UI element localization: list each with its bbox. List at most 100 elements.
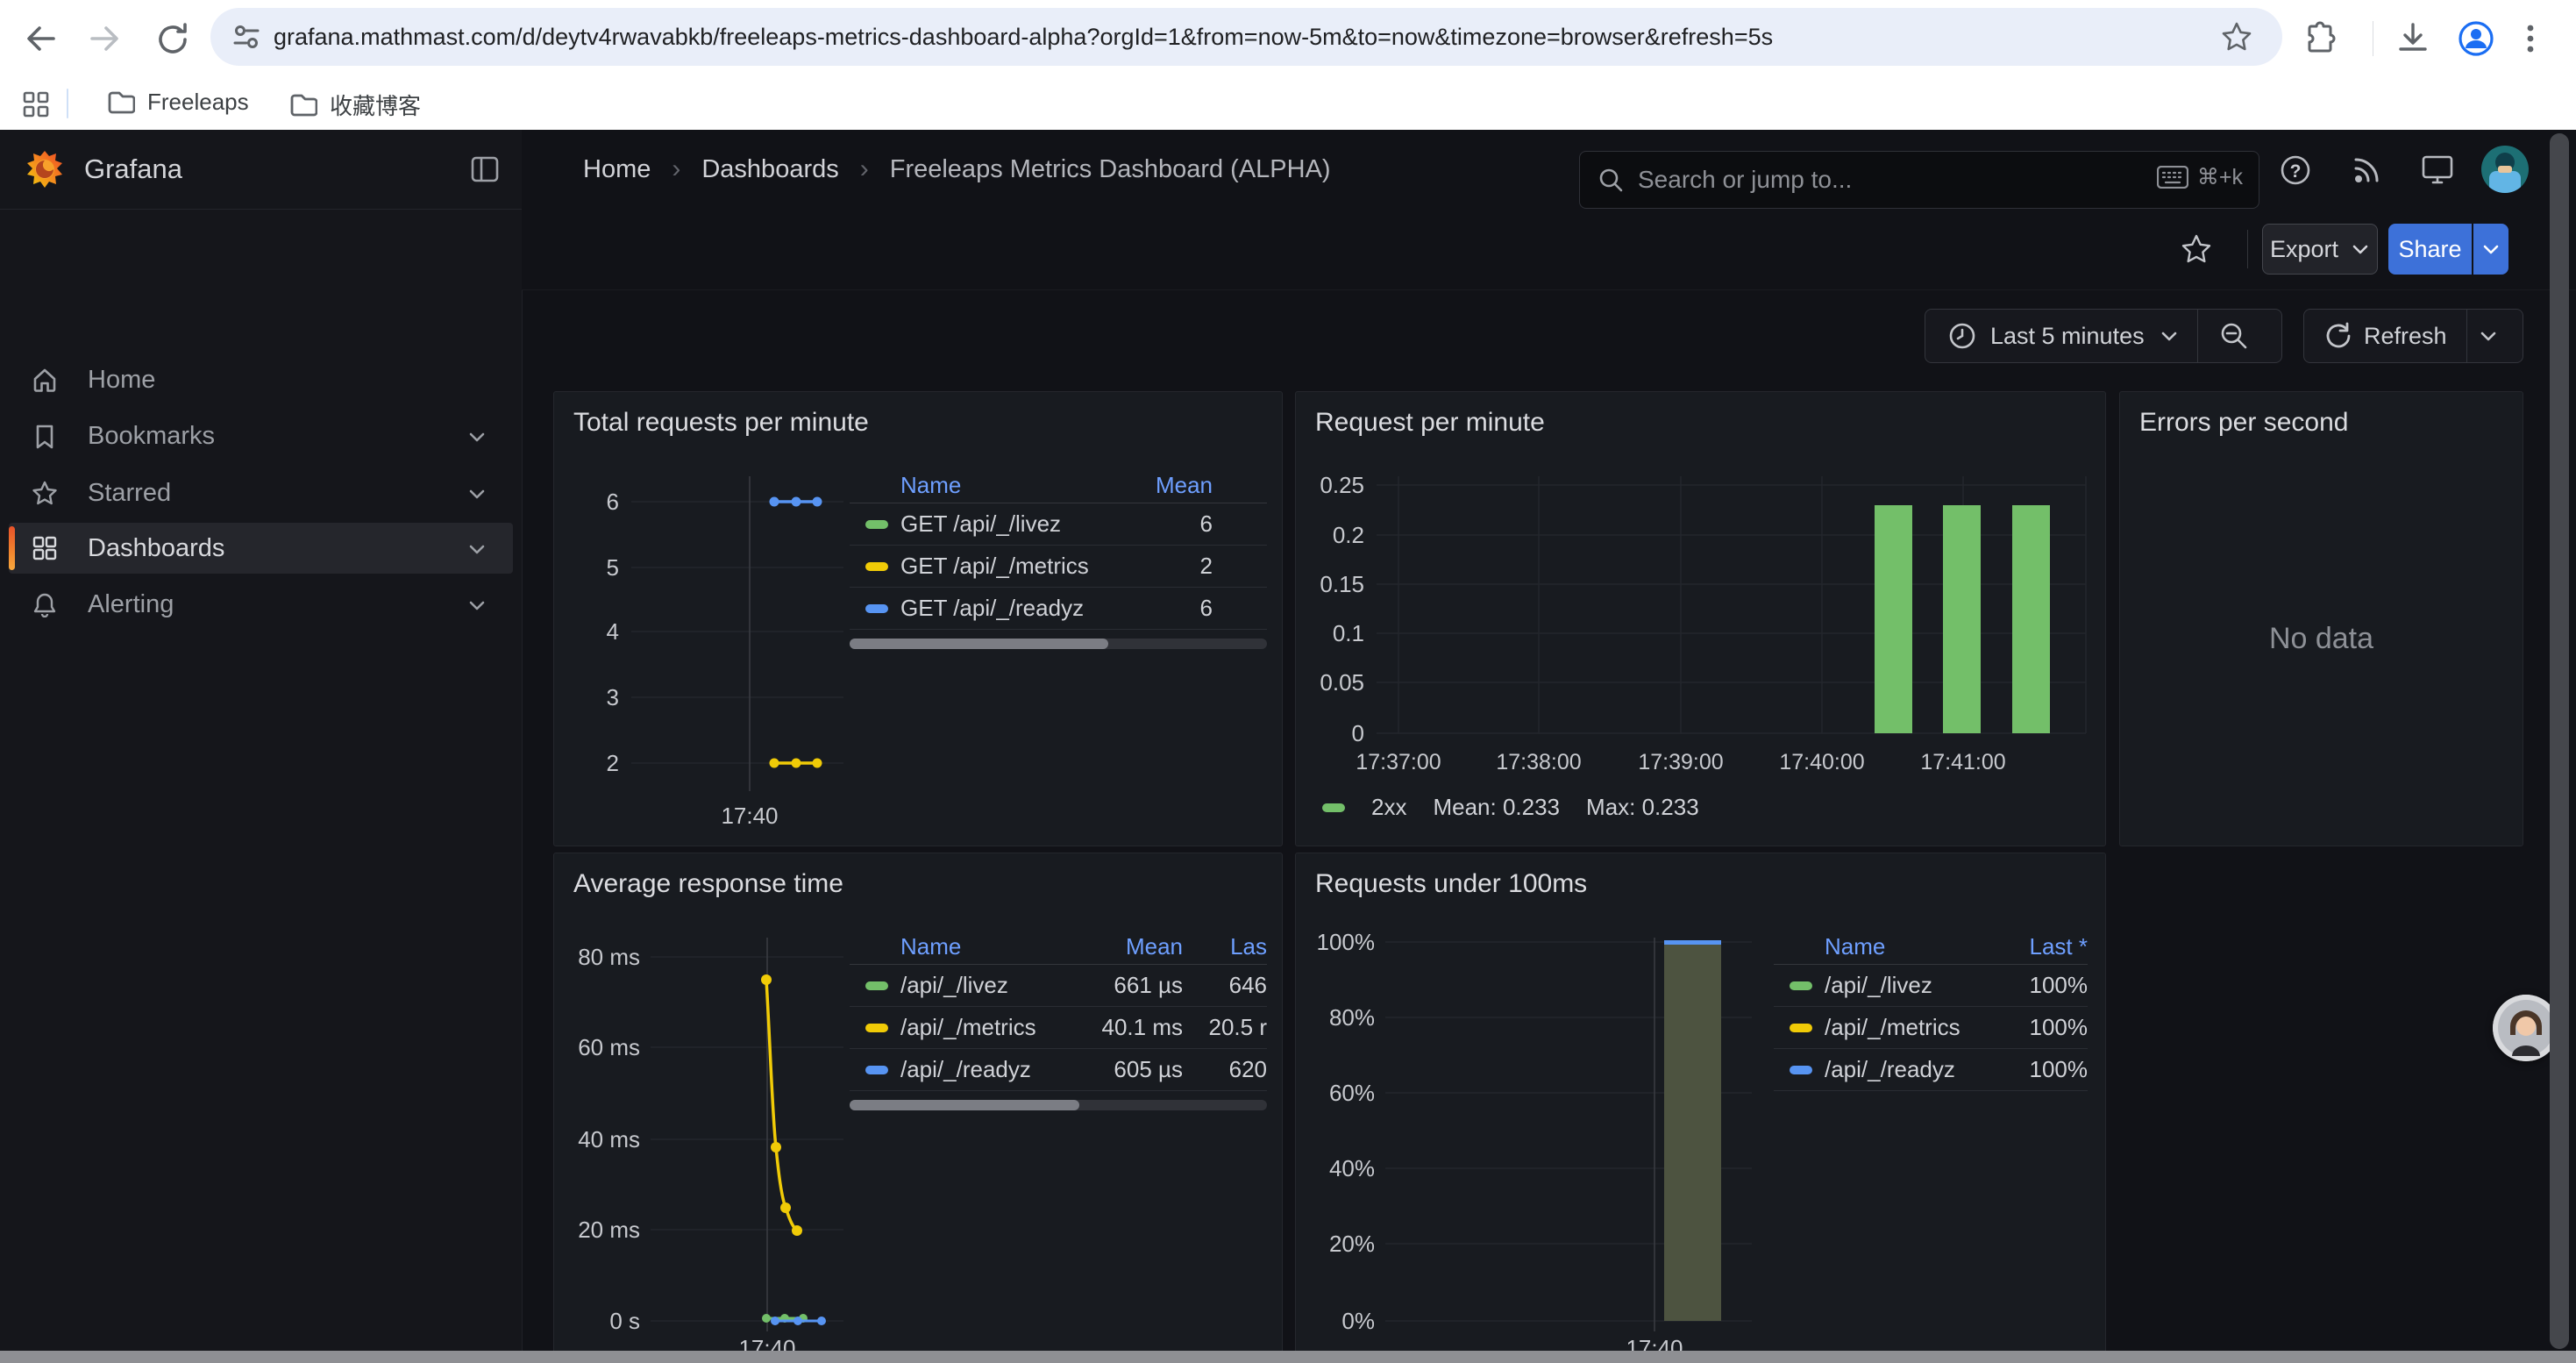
legend-inline[interactable]: 2xx Mean: 0.233 Max: 0.233 <box>1322 794 1699 821</box>
reload-icon[interactable] <box>154 21 191 58</box>
legend-scrollbar[interactable] <box>850 639 1267 649</box>
legend-row[interactable]: GET /api/_/readyz 6 <box>850 588 1267 630</box>
col-mean[interactable]: Mean <box>1069 933 1183 960</box>
bar-2xx[interactable] <box>2012 505 2050 733</box>
browser-toolbar: grafana.mathmast.com/d/deytv4rwavabkb/fr… <box>0 0 2576 77</box>
sidebar-item-starred[interactable]: Starred <box>9 467 513 518</box>
url-text[interactable]: grafana.mathmast.com/d/deytv4rwavabkb/fr… <box>274 24 1773 51</box>
apps-grid-icon[interactable] <box>23 91 49 118</box>
series-name: /api/_/readyz <box>1825 1056 1982 1083</box>
series-swatch-yellow[interactable] <box>865 1024 888 1032</box>
news-rss-icon[interactable] <box>2351 154 2382 186</box>
user-avatar[interactable] <box>2480 145 2530 194</box>
extensions-icon[interactable] <box>2302 21 2338 56</box>
series-last: 100% <box>1982 972 2088 999</box>
breadcrumb-current: Freeleaps Metrics Dashboard (ALPHA) <box>890 155 1331 184</box>
sidebar-item-label: Alerting <box>88 590 174 619</box>
clock-icon <box>1948 322 1976 350</box>
search-input[interactable] <box>1636 165 2060 195</box>
col-last[interactable]: Last * <box>1982 933 2088 960</box>
legend-row[interactable]: /api/_/readyz 100% <box>1774 1049 2088 1091</box>
menu-kebab-icon[interactable] <box>2520 21 2541 56</box>
col-last[interactable]: Las <box>1183 933 1267 960</box>
legend-row[interactable]: GET /api/_/livez 6 <box>850 503 1267 546</box>
series-swatch-green[interactable] <box>865 981 888 990</box>
panel-total-requests-per-minute[interactable]: Total requests per minute 6 5 4 3 2 17:4… <box>553 391 1283 846</box>
breadcrumb-dashboards[interactable]: Dashboards <box>701 155 838 184</box>
sidebar-item-dashboards[interactable]: Dashboards <box>9 523 513 574</box>
legend-row[interactable]: /api/_/metrics 40.1 ms 20.5 r <box>850 1007 1267 1049</box>
vertical-scrollbar[interactable] <box>2550 133 2569 1349</box>
sidebar-collapse-icon[interactable] <box>471 156 499 182</box>
chevron-down-icon[interactable] <box>466 538 488 560</box>
breadcrumb-home[interactable]: Home <box>583 155 651 184</box>
series-swatch-green[interactable] <box>865 520 888 529</box>
help-icon[interactable]: ? <box>2280 154 2311 186</box>
panel-request-per-minute[interactable]: Request per minute 0.25 0.2 0.15 0.1 0.0… <box>1295 391 2106 846</box>
address-bar[interactable]: grafana.mathmast.com/d/deytv4rwavabkb/fr… <box>210 8 2282 66</box>
bar-2xx[interactable] <box>1875 505 1912 733</box>
panel-errors-per-second[interactable]: Errors per second No data <box>2119 391 2523 846</box>
legend-row[interactable]: /api/_/readyz 605 µs 620 <box>850 1049 1267 1091</box>
export-button[interactable]: Export <box>2262 224 2378 275</box>
sidebar-item-alerting[interactable]: Alerting <box>9 579 513 630</box>
chevron-down-icon[interactable] <box>466 482 488 505</box>
legend-scrollbar-thumb[interactable] <box>850 639 1108 649</box>
chevron-down-icon[interactable] <box>466 425 488 448</box>
series-swatch-blue[interactable] <box>865 604 888 613</box>
zoom-out-icon[interactable] <box>2219 321 2249 351</box>
series-swatch-green[interactable] <box>1790 981 1812 990</box>
search-box[interactable]: ⌘+k <box>1579 151 2259 209</box>
col-name[interactable]: Name <box>900 933 1069 960</box>
profile-icon[interactable] <box>2457 19 2495 58</box>
brand-name[interactable]: Grafana <box>84 153 182 185</box>
favorite-star-icon[interactable] <box>2181 233 2212 265</box>
refresh-label[interactable]: Refresh <box>2364 323 2447 350</box>
chevron-down-icon[interactable] <box>2159 325 2180 346</box>
panel-requests-under-100ms[interactable]: Requests under 100ms 100% 80% 60% 40% 20… <box>1295 853 2106 1363</box>
series-swatch-green[interactable] <box>1322 803 1345 812</box>
chevron-down-icon[interactable] <box>2478 325 2499 346</box>
breadcrumb-separator: › <box>860 154 869 184</box>
grafana-logo[interactable] <box>25 149 65 189</box>
time-range-label[interactable]: Last 5 minutes <box>1990 323 2145 350</box>
site-settings-icon[interactable] <box>231 22 261 52</box>
legend-scrollbar[interactable] <box>850 1100 1267 1110</box>
legend-row[interactable]: /api/_/metrics 100% <box>1774 1007 2088 1049</box>
legend-table: Name Mean Las /api/_/livez 661 µs 646 /a… <box>850 929 1267 1110</box>
forward-icon[interactable] <box>88 23 121 54</box>
bar-under-100ms[interactable] <box>1664 942 1721 1321</box>
panel-average-response-time[interactable]: Average response time 80 ms 60 ms 40 ms … <box>553 853 1283 1363</box>
col-mean[interactable]: Mean <box>1116 472 1213 499</box>
bookmark-folder-freeleaps[interactable]: Freeleaps <box>107 89 249 116</box>
legend-scrollbar-thumb[interactable] <box>850 1100 1079 1110</box>
series-name: GET /api/_/metrics <box>900 553 1116 580</box>
sidebar-item-home[interactable]: Home <box>9 354 513 405</box>
col-name[interactable]: Name <box>900 472 1116 499</box>
share-menu-button[interactable] <box>2473 224 2508 275</box>
bar-2xx[interactable] <box>1943 505 1981 733</box>
share-button[interactable]: Share <box>2388 224 2472 275</box>
col-name[interactable]: Name <box>1825 933 1982 960</box>
grafana-header: Home › Dashboards › Freeleaps Metrics Da… <box>522 130 2576 210</box>
series-name: /api/_/metrics <box>900 1014 1069 1041</box>
bookmark-folder-blogs[interactable]: 收藏博客 <box>289 89 421 121</box>
svg-text:100%: 100% <box>1317 929 1376 955</box>
back-icon[interactable] <box>25 23 58 54</box>
star-icon <box>32 480 58 506</box>
legend-row[interactable]: GET /api/_/metrics 2 <box>850 546 1267 588</box>
download-icon[interactable] <box>2395 21 2430 56</box>
legend-header: Name Mean Las <box>850 929 1267 965</box>
legend-row[interactable]: /api/_/livez 100% <box>1774 965 2088 1007</box>
legend-row[interactable]: /api/_/livez 661 µs 646 <box>850 965 1267 1007</box>
series-swatch-blue[interactable] <box>1790 1066 1812 1074</box>
sidebar-item-bookmarks[interactable]: Bookmarks <box>9 410 513 461</box>
series-swatch-yellow[interactable] <box>1790 1024 1812 1032</box>
chevron-down-icon[interactable] <box>466 594 488 617</box>
series-last: 100% <box>1982 1056 2088 1083</box>
bookmark-star-icon[interactable] <box>2221 21 2252 53</box>
series-swatch-blue[interactable] <box>865 1066 888 1074</box>
tv-kiosk-icon[interactable] <box>2421 154 2454 186</box>
series-mean: Mean: 0.233 <box>1433 794 1560 821</box>
series-swatch-yellow[interactable] <box>865 562 888 571</box>
